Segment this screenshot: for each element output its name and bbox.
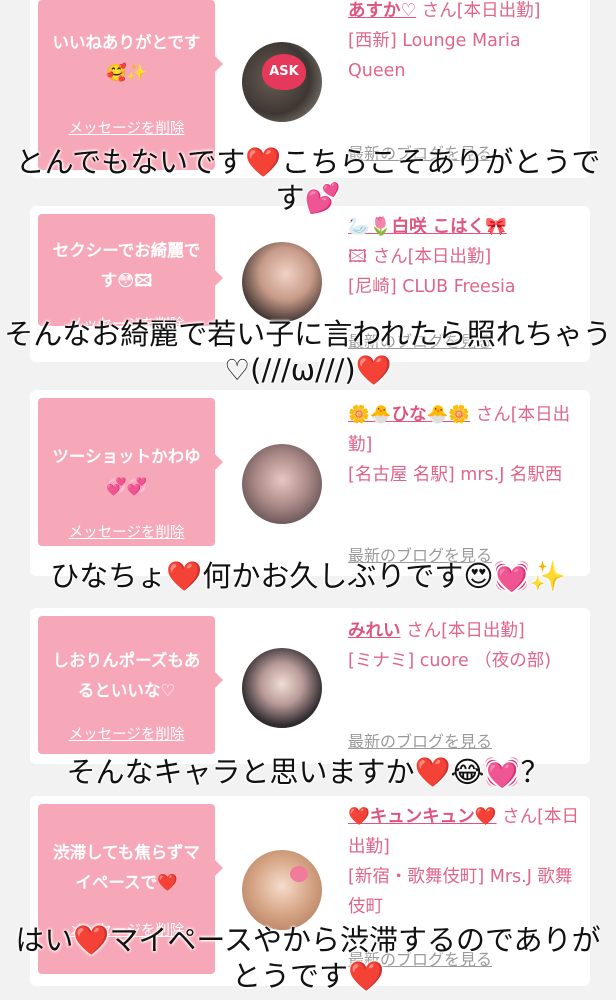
avatar[interactable] [242, 850, 322, 930]
delete-message-link[interactable]: メッセージを削除 [38, 114, 215, 144]
message-text: セクシーでお綺麗です😳🖾 [52, 241, 201, 290]
avatar[interactable] [242, 444, 322, 524]
message-text: 渋滞しても焦らずマイペースで❤️ [53, 843, 200, 892]
caption-1: とんでもないです❤️こちらこそありがとうです💕 [15, 145, 601, 215]
sender-name-link[interactable]: 🦢🌷白咲 こはく🎀 [348, 217, 507, 237]
store-link[interactable]: [尼崎] CLUB Freesia [348, 277, 516, 297]
caption-2: そんなお綺麗で若い子に言われたら照れちゃう♡(///ω///)❤️ [4, 317, 612, 387]
avatar[interactable] [242, 242, 322, 322]
avatar[interactable] [242, 648, 322, 728]
caption-4: そんなキャラと思いますか❤️😂💓？ [66, 755, 550, 789]
sender-status: さん[本日出勤] [421, 1, 541, 21]
avatar[interactable]: ASK [242, 42, 322, 122]
sender-info: みれい さん[本日出勤] [ミナミ] cuore （夜の部) [348, 616, 580, 676]
store-link[interactable]: [名古屋 名駅] mrs.J 名駅西 [348, 465, 562, 485]
heart-badge-icon: ASK [262, 54, 306, 90]
store-link[interactable]: [新宿・歌舞伎町] Mrs.J 歌舞伎町 [348, 867, 572, 917]
caption-5: はい❤️マイペースやから渋滞するのでありがとうです❤️ [15, 923, 601, 993]
message-bubble: しおりんポーズもあるといいな♡ メッセージを削除 [38, 616, 223, 754]
caption-3: ひなちょ❤️何かお久しぶりです😍💓✨ [50, 559, 566, 593]
sender-status: さん[本日出勤] [406, 621, 525, 641]
sender-status: 🖾 さん[本日出勤] [348, 247, 492, 267]
avatar-badge-text: ASK [269, 64, 299, 79]
message-text: しおりんポーズもあるといいな♡ [52, 651, 201, 700]
sender-info: 🌼🐣ひな🐣🌼 さん[本日出勤] [名古屋 名駅] mrs.J 名駅西 [348, 400, 580, 490]
store-link[interactable]: [ミナミ] cuore （夜の部) [348, 651, 551, 671]
message-bubble: セクシーでお綺麗です😳🖾 メッセージを削除 [38, 214, 223, 333]
delete-message-link[interactable]: メッセージを削除 [38, 518, 215, 548]
delete-message-link[interactable]: メッセージを削除 [38, 720, 215, 750]
sender-name-link[interactable]: 🌼🐣ひな🐣🌼 [348, 405, 470, 425]
blog-link[interactable]: 最新のブログを見る [348, 728, 492, 752]
message-bubble: ツーショットかわゆ💞💞 メッセージを削除 [38, 398, 223, 548]
message-text: ツーショットかわゆ💞💞 [52, 447, 201, 496]
store-link[interactable]: [西新] Lounge Maria Queen [348, 31, 521, 81]
message-card-3: ツーショットかわゆ💞💞 メッセージを削除 🌼🐣ひな🐣🌼 さん[本日出勤] [名古… [30, 390, 590, 576]
heart-sticker-icon [290, 866, 308, 882]
message-text: いいねありがとです🥰✨ [52, 33, 201, 82]
message-card-4: しおりんポーズもあるといいな♡ メッセージを削除 みれい さん[本日出勤] [ミ… [30, 608, 590, 764]
sender-name-link[interactable]: みれい [348, 621, 401, 641]
sender-name-link[interactable]: あすか♡ [348, 1, 416, 21]
sender-info: ❤️キュンキュン❤️ さん[本日出勤] [新宿・歌舞伎町] Mrs.J 歌舞伎町 [348, 802, 580, 922]
sender-name-link[interactable]: ❤️キュンキュン❤️ [348, 807, 497, 827]
sender-info: あすか♡ さん[本日出勤] [西新] Lounge Maria Queen [348, 0, 580, 86]
sender-info: 🦢🌷白咲 こはく🎀 🖾 さん[本日出勤] [尼崎] CLUB Freesia [348, 212, 580, 302]
